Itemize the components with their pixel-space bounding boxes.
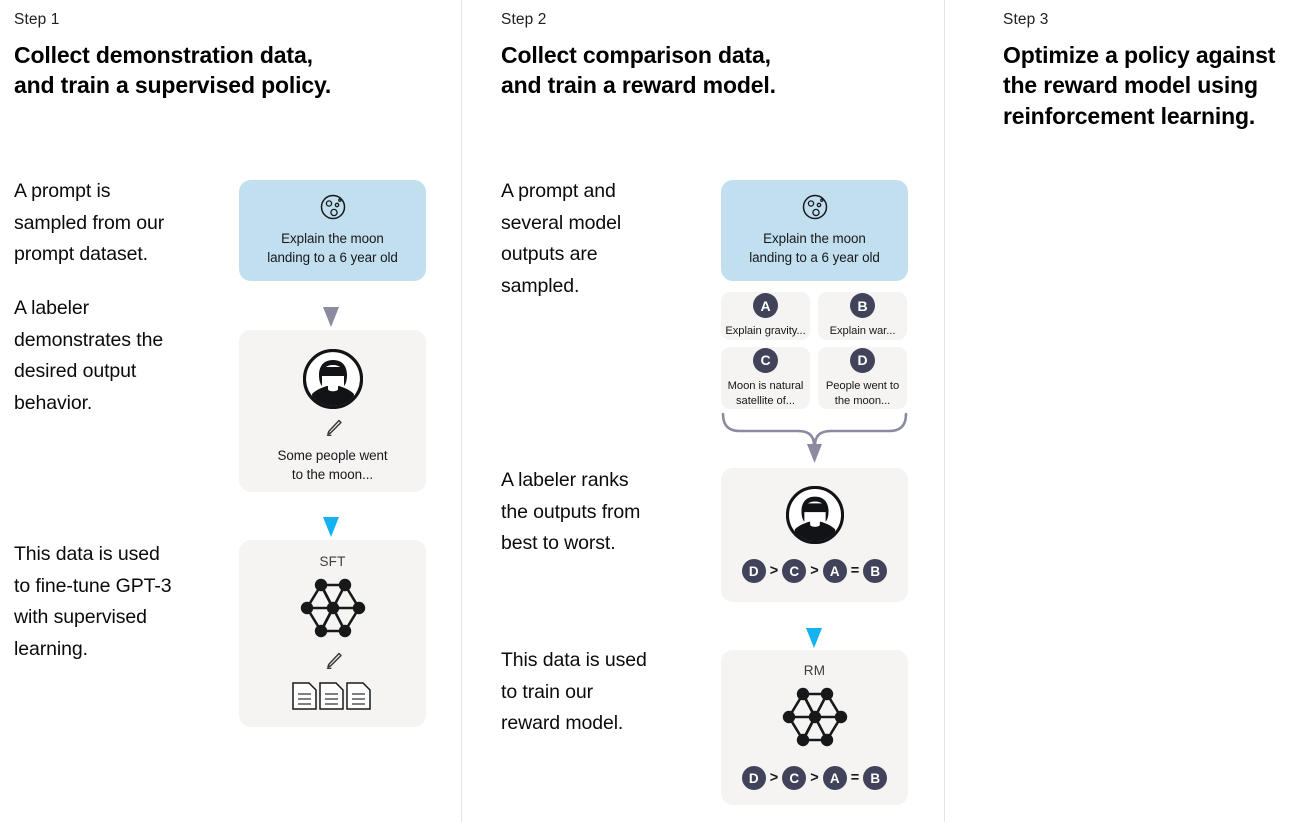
brace-outputs-to-rank-icon [718,411,911,471]
step-2-paragraph-2: A labeler ranks the outputs from best to… [501,469,641,555]
rm-rank-badge-3: A [822,766,847,790]
step-3-label: Step 3 [1003,11,1049,28]
step-2-rank-card: D > C > A = B [721,468,908,602]
rank-op-1: > [769,562,779,579]
rank-op-2: > [810,562,819,579]
moon-icon [318,192,348,222]
rank-badge-3: A [822,559,847,583]
step-2-title: Collect comparison data, and train a rew… [501,42,776,99]
step-1-prompt-text: Explain the moon landing to a 6 year old [267,231,398,266]
output-text-a: Explain gravity... [725,325,806,338]
rank-badge-2: C [782,559,807,583]
step-1-column: Step 1 Collect demonstration data, and t… [0,0,461,822]
rank-row-labeler: D > C > A = B [741,559,888,583]
rm-rank-badge-1: D [741,766,766,790]
rank-badge-1: D [741,559,766,583]
rm-rank-badge-4: B [863,766,888,790]
output-text-d: People went to the moon... [825,379,900,407]
neural-network-icon [293,573,373,648]
step-2-prompt-card: Explain the moon landing to a 6 year old [721,180,908,281]
step-1-paragraph-1: A prompt is sampled from our prompt data… [14,180,165,266]
pencil-icon [322,651,344,676]
step-2-prompt-text: Explain the moon landing to a 6 year old [749,231,880,266]
neural-network-icon [775,682,855,757]
rank-badge-4: B [863,559,888,583]
rank-row-rm: D > C > A = B [741,766,888,790]
rlhf-diagram: Step 1 Collect demonstration data, and t… [0,0,1294,822]
rm-rank-badge-2: C [782,766,807,790]
step-1-label: Step 1 [14,11,60,28]
labeler-avatar-icon [785,485,844,549]
output-badge-d: D [850,347,875,373]
step-2-label: Step 2 [501,11,547,28]
step-3-title: Optimize a policy against the reward mod… [1003,42,1276,129]
step-1-prompt-card: Explain the moon landing to a 6 year old [239,180,426,281]
step-1-demo-text: Some people went to the moon... [277,448,388,483]
step-2-column: Step 2 Collect comparison data, and trai… [462,0,944,822]
step-2-rm-card: RM D > C > A = B [721,650,908,805]
rm-card-title: RM [803,663,826,678]
step-1-paragraph-3: This data is used to fine-tune GPT-3 wit… [14,543,172,660]
output-card-c: C Moon is natural satellite of... [721,347,810,409]
output-text-b: Explain war... [829,325,896,338]
labeler-avatar-icon [302,348,363,414]
output-badge-b: B [850,293,875,319]
output-badge-a: A [753,293,778,319]
output-badge-c: C [753,347,778,373]
output-text-c: Moon is natural satellite of... [727,379,804,407]
step-2-paragraph-1: A prompt and several model outputs are s… [501,180,622,297]
output-card-b: B Explain war... [818,292,907,340]
output-card-d: D People went to the moon... [818,347,907,409]
pencil-icon [322,418,344,443]
step-1-paragraph-2: A labeler demonstrates the desired outpu… [14,297,164,414]
rm-rank-op-3: = [850,769,860,786]
rank-op-3: = [850,562,860,579]
output-card-a: A Explain gravity... [721,292,810,340]
step-3-column: Step 3 Optimize a policy against the rew… [945,0,1294,822]
documents-icon [291,681,375,716]
sft-card-title: SFT [319,554,346,569]
step-1-sft-card: SFT [239,540,426,727]
moon-icon [800,192,830,222]
step-1-demo-card: Some people went to the moon... [239,330,426,492]
step-2-paragraph-3: This data is used to train our reward mo… [501,649,647,735]
rm-rank-op-2: > [810,769,819,786]
rm-rank-op-1: > [769,769,779,786]
step-1-title: Collect demonstration data, and train a … [14,42,332,99]
